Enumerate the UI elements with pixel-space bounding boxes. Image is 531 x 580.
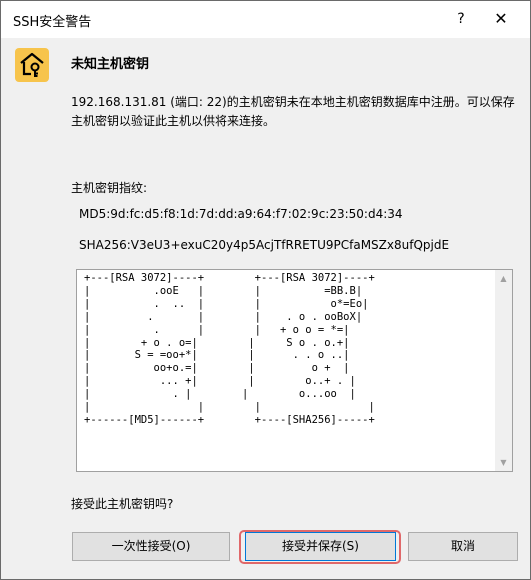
ssh-security-warning-dialog: SSH安全警告 ? ✕ 未知主机密钥 192.168.131.81 (端口: 2… [0, 0, 531, 580]
window-title: SSH安全警告 [13, 15, 92, 30]
close-button[interactable]: ✕ [489, 7, 513, 31]
fingerprint-label: 主机密钥指纹: [71, 181, 148, 195]
scroll-down-arrow-icon[interactable]: ▼ [495, 454, 512, 471]
accept-question: 接受此主机密钥吗? [71, 497, 174, 511]
vertical-scrollbar[interactable]: ▲ ▼ [495, 270, 512, 471]
help-button[interactable]: ? [449, 7, 473, 31]
title-bar: SSH安全警告 ? ✕ [1, 1, 530, 38]
key-house-icon [15, 48, 49, 82]
scroll-up-arrow-icon[interactable]: ▲ [495, 270, 512, 287]
md5-fingerprint: MD5:9d:fc:d5:f8:1d:7d:dd:a9:64:f7:02:9c:… [79, 207, 403, 221]
accept-and-save-button[interactable]: 接受并保存(S) [245, 532, 396, 561]
accept-once-button[interactable]: 一次性接受(O) [72, 532, 230, 561]
cancel-button[interactable]: 取消 [408, 532, 518, 561]
header-title: 未知主机密钥 [71, 57, 150, 72]
randomart-textbox[interactable]: +---[RSA 3072]----+ +---[RSA 3072]----+ … [76, 269, 513, 472]
warning-message: 192.168.131.81 (端口: 22)的主机密钥未在本地主机密钥数据库中… [71, 95, 515, 128]
randomart-text: +---[RSA 3072]----+ +---[RSA 3072]----+ … [84, 272, 375, 426]
sha256-fingerprint: SHA256:V3eU3+exuC20y4p5AcjTfRRETU9PCfaMS… [79, 238, 450, 252]
